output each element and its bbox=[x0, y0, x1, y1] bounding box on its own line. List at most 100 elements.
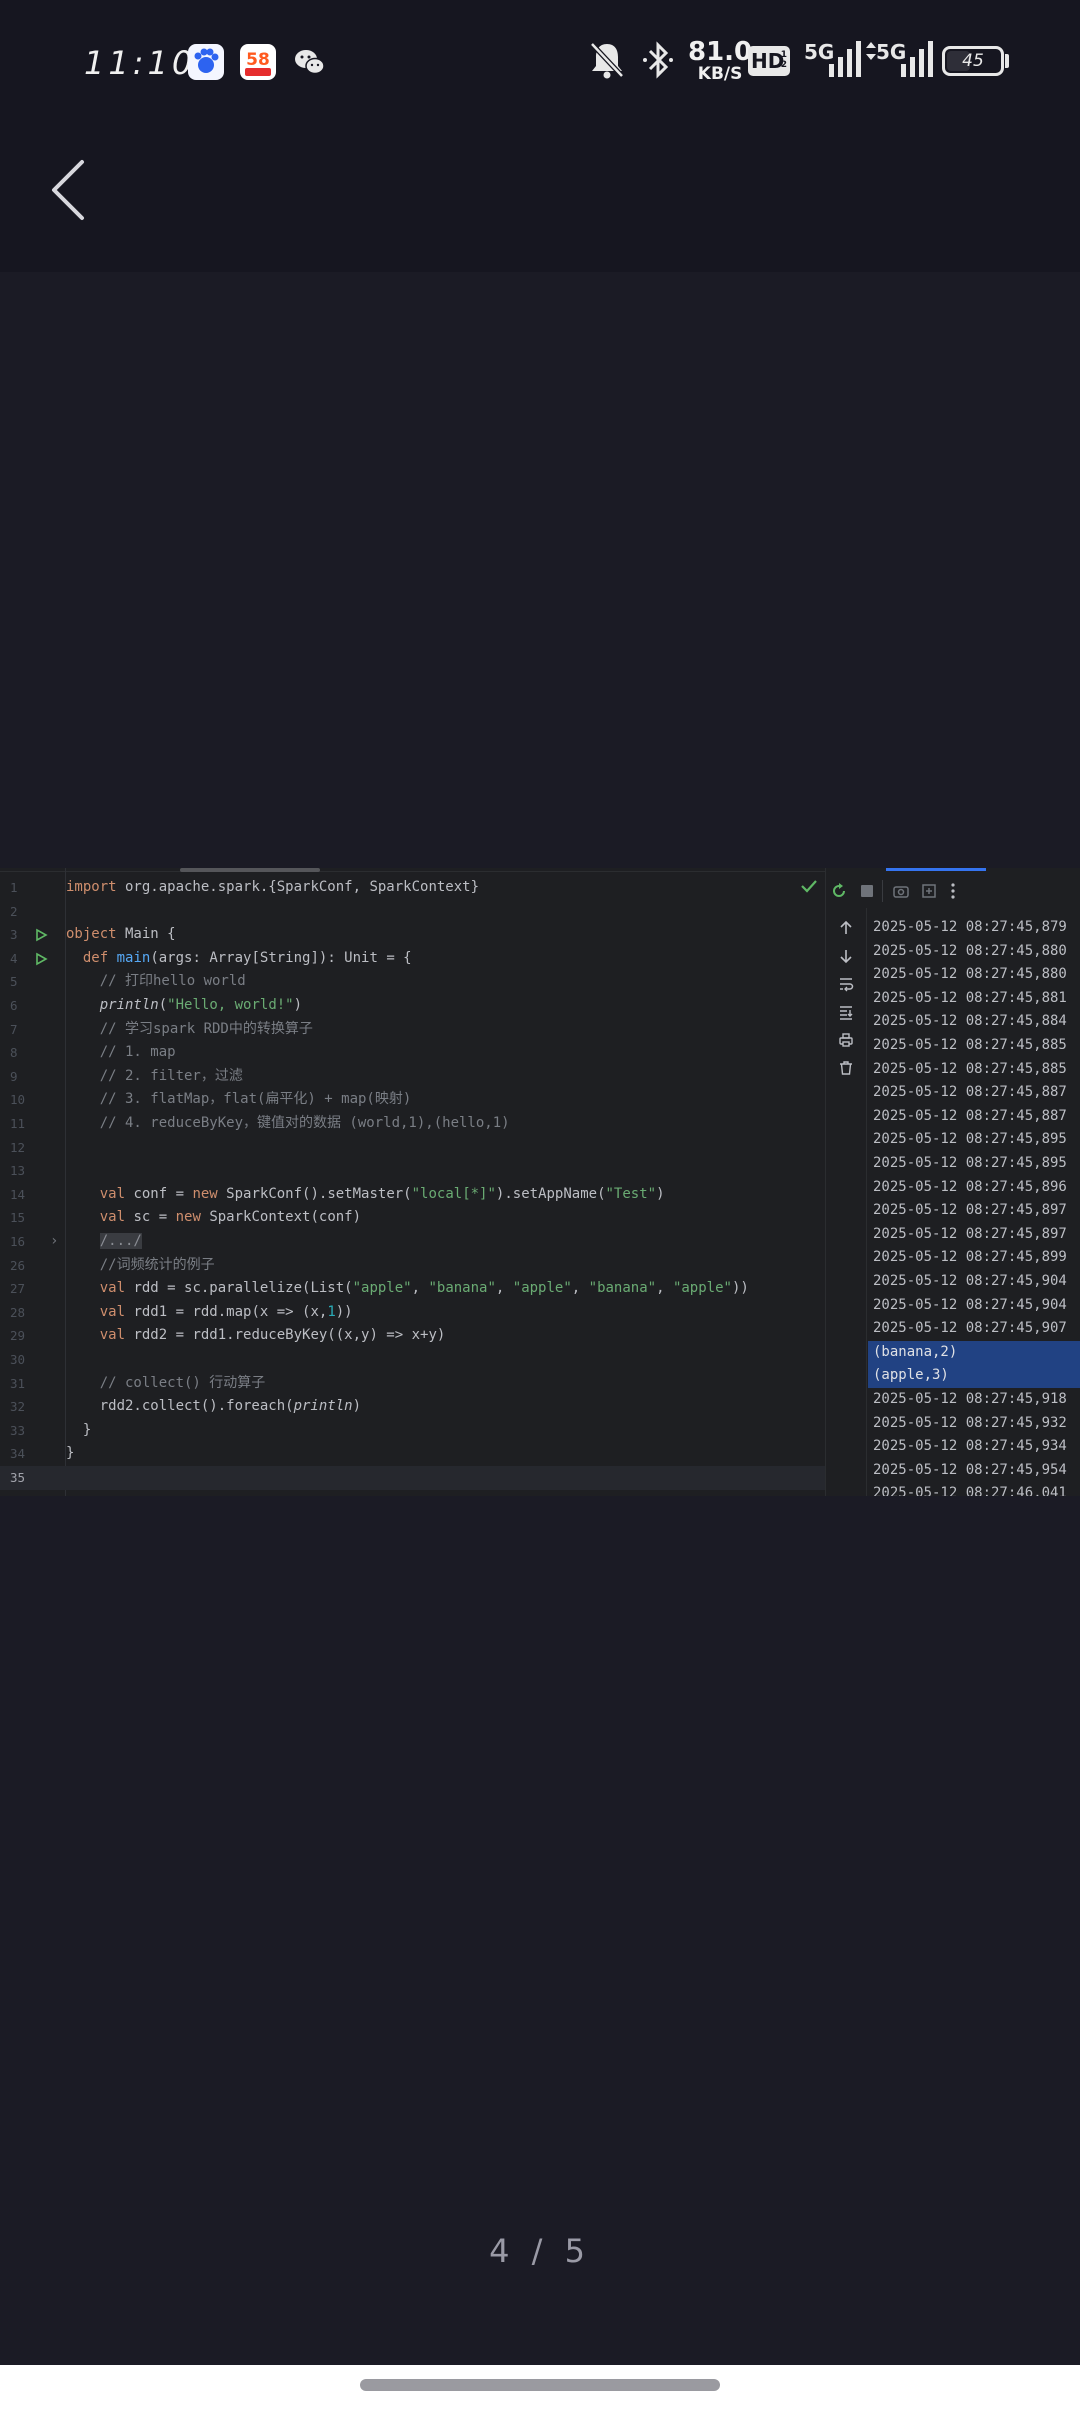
console-line[interactable]: 2025-05-12 08:27:45,904 bbox=[868, 1294, 1080, 1318]
console-line[interactable]: 2025-05-12 08:27:45,880 bbox=[868, 963, 1080, 987]
code-text: // 4. reduceByKey，键值对的数据 (world,1),(hell… bbox=[99, 1115, 510, 1131]
home-indicator[interactable] bbox=[360, 2379, 720, 2391]
code-text: val rdd2 = rdd1.reduceByKey((x,y) => x+y… bbox=[99, 1327, 446, 1344]
code-line[interactable]: 12 bbox=[0, 1136, 825, 1160]
soft-wrap-icon[interactable] bbox=[838, 976, 854, 992]
arrow-up-icon[interactable] bbox=[838, 920, 854, 936]
code-text: object Main { bbox=[66, 926, 176, 943]
chevron-left-icon bbox=[52, 160, 84, 220]
panel-active-tab-indicator bbox=[886, 868, 986, 871]
console-line[interactable]: 2025-05-12 08:27:46,041 bbox=[868, 1482, 1080, 1496]
console-line[interactable]: 2025-05-12 08:27:45,884 bbox=[868, 1010, 1080, 1034]
line-number: 2 bbox=[10, 903, 18, 919]
line-number: 10 bbox=[10, 1092, 26, 1108]
code-text: // 3. flatMap，flat(扁平化) + map(映射) bbox=[99, 1091, 412, 1108]
code-line[interactable]: 32 rdd2.collect().foreach(println) bbox=[0, 1395, 825, 1419]
battery-icon: 45 bbox=[942, 46, 1004, 76]
line-number: 12 bbox=[10, 1139, 26, 1155]
line-number: 13 bbox=[10, 1163, 26, 1179]
code-line[interactable]: 13 bbox=[0, 1159, 825, 1183]
more-vertical-icon[interactable] bbox=[944, 882, 962, 900]
console-line[interactable]: 2025-05-12 08:27:45,895 bbox=[868, 1152, 1080, 1176]
signal-1: 5G bbox=[804, 40, 864, 80]
console-line[interactable]: 2025-05-12 08:27:45,879 bbox=[868, 916, 1080, 940]
wechat-icon bbox=[292, 44, 328, 80]
line-number: 9 bbox=[10, 1068, 18, 1084]
print-icon[interactable] bbox=[838, 1032, 854, 1048]
code-line[interactable]: 31 // collect() 行动算子 bbox=[0, 1372, 825, 1396]
run-gutter-icon[interactable] bbox=[30, 928, 52, 942]
code-line[interactable]: 3 object Main { bbox=[0, 923, 825, 947]
console-line[interactable]: 2025-05-12 08:27:45,897 bbox=[868, 1223, 1080, 1247]
battery-percent: 45 bbox=[962, 51, 984, 71]
code-line[interactable]: 14 val conf = new SparkConf().setMaster(… bbox=[0, 1183, 825, 1207]
line-number: 34 bbox=[10, 1446, 26, 1462]
console-line[interactable]: 2025-05-12 08:27:45,895 bbox=[868, 1128, 1080, 1152]
code-line[interactable]: 10 // 3. flatMap，flat(扁平化) + map(映射) bbox=[0, 1088, 825, 1112]
code-text: //词频统计的例子 bbox=[99, 1256, 215, 1273]
back-button[interactable] bbox=[40, 150, 100, 230]
code-line[interactable]: 6 println("Hello, world!") bbox=[0, 994, 825, 1018]
arrow-down-icon[interactable] bbox=[838, 948, 854, 964]
code-line[interactable]: 30 bbox=[0, 1348, 825, 1372]
console-line-selected[interactable]: (apple,3) bbox=[868, 1364, 1080, 1388]
console-line[interactable]: 2025-05-12 08:27:45,887 bbox=[868, 1105, 1080, 1129]
console-line[interactable]: 2025-05-12 08:27:45,954 bbox=[868, 1459, 1080, 1483]
code-line[interactable]: 16 › /.../ bbox=[0, 1230, 825, 1254]
svg-text:58: 58 bbox=[246, 50, 270, 70]
line-number: 27 bbox=[10, 1281, 26, 1297]
line-number: 32 bbox=[10, 1399, 26, 1415]
code-line[interactable]: 2 bbox=[0, 900, 825, 924]
code-line[interactable]: 11 // 4. reduceByKey，键值对的数据 (world,1),(h… bbox=[0, 1112, 825, 1136]
scroll-to-end-icon[interactable] bbox=[838, 1004, 854, 1020]
console-line[interactable]: 2025-05-12 08:27:45,880 bbox=[868, 940, 1080, 964]
line-number: 4 bbox=[10, 950, 18, 966]
line-number: 5 bbox=[10, 974, 18, 990]
code-line[interactable]: 33 } bbox=[0, 1419, 825, 1443]
console-line[interactable]: 2025-05-12 08:27:45,887 bbox=[868, 1081, 1080, 1105]
code-line[interactable]: 8 // 1. map bbox=[0, 1041, 825, 1065]
line-number: 3 bbox=[10, 927, 18, 943]
page-indicator: 4 / 5 bbox=[489, 2232, 591, 2270]
code-editor: 1 import org.apache.spark.{SparkConf, Spa… bbox=[0, 868, 825, 1496]
code-line[interactable]: 7 // 学习spark RDD中的转换算子 bbox=[0, 1018, 825, 1042]
toolbar-divider bbox=[882, 880, 883, 902]
code-text: println("Hello, world!") bbox=[99, 997, 303, 1013]
code-line[interactable]: 1 import org.apache.spark.{SparkConf, Spa… bbox=[0, 876, 825, 900]
code-text: // 学习spark RDD中的转换算子 bbox=[99, 1020, 313, 1037]
run-gutter-icon[interactable] bbox=[30, 952, 52, 966]
trash-icon[interactable] bbox=[838, 1060, 854, 1076]
code-line[interactable]: 5 // 打印hello world bbox=[0, 970, 825, 994]
code-line[interactable]: 29 val rdd2 = rdd1.reduceByKey((x,y) => … bbox=[0, 1324, 825, 1348]
stop-icon[interactable] bbox=[858, 882, 876, 900]
rerun-icon[interactable] bbox=[830, 882, 848, 900]
console-line[interactable]: 2025-05-12 08:27:45,907 bbox=[868, 1317, 1080, 1341]
code-line[interactable]: 28 val rdd1 = rdd.map(x => (x,1)) bbox=[0, 1301, 825, 1325]
console-line[interactable]: 2025-05-12 08:27:45,899 bbox=[868, 1246, 1080, 1270]
console-line[interactable]: 2025-05-12 08:27:45,885 bbox=[868, 1034, 1080, 1058]
editor-scrollbar[interactable] bbox=[180, 868, 320, 872]
code-line[interactable]: 15 val sc = new SparkContext(conf) bbox=[0, 1206, 825, 1230]
console-line[interactable]: 2025-05-12 08:27:45,932 bbox=[868, 1412, 1080, 1436]
console-line[interactable]: 2025-05-12 08:27:45,904 bbox=[868, 1270, 1080, 1294]
restore-layout-icon[interactable] bbox=[920, 882, 938, 900]
console-side-tools bbox=[826, 908, 867, 1496]
console-line-selected[interactable]: (banana,2) bbox=[868, 1340, 1080, 1365]
code-line[interactable]: 35 bbox=[0, 1466, 825, 1490]
code-line[interactable]: 26 //词频统计的例子 bbox=[0, 1254, 825, 1278]
code-text: val conf = new SparkConf().setMaster("lo… bbox=[99, 1185, 665, 1202]
status-bar: 11:10 58 81.0 KB/S HD 12 5G 5G 45 bbox=[0, 0, 1080, 125]
code-line[interactable]: 9 // 2. filter，过滤 bbox=[0, 1065, 825, 1089]
console-line[interactable]: 2025-05-12 08:27:45,896 bbox=[868, 1176, 1080, 1200]
console-line[interactable]: 2025-05-12 08:27:45,934 bbox=[868, 1435, 1080, 1459]
console-line[interactable]: 2025-05-12 08:27:45,885 bbox=[868, 1058, 1080, 1082]
console-line[interactable]: 2025-05-12 08:27:45,918 bbox=[868, 1388, 1080, 1412]
signal-bars-icon bbox=[829, 41, 861, 77]
console-line[interactable]: 2025-05-12 08:27:45,881 bbox=[868, 987, 1080, 1011]
code-line[interactable]: 34} bbox=[0, 1442, 825, 1466]
code-text: } bbox=[66, 1445, 75, 1462]
console-line[interactable]: 2025-05-12 08:27:45,897 bbox=[868, 1199, 1080, 1223]
code-line[interactable]: 4 def main(args: Array[String]): Unit = … bbox=[0, 947, 825, 971]
camera-icon[interactable] bbox=[892, 882, 910, 900]
code-line[interactable]: 27 val rdd = sc.parallelize(List("apple"… bbox=[0, 1277, 825, 1301]
